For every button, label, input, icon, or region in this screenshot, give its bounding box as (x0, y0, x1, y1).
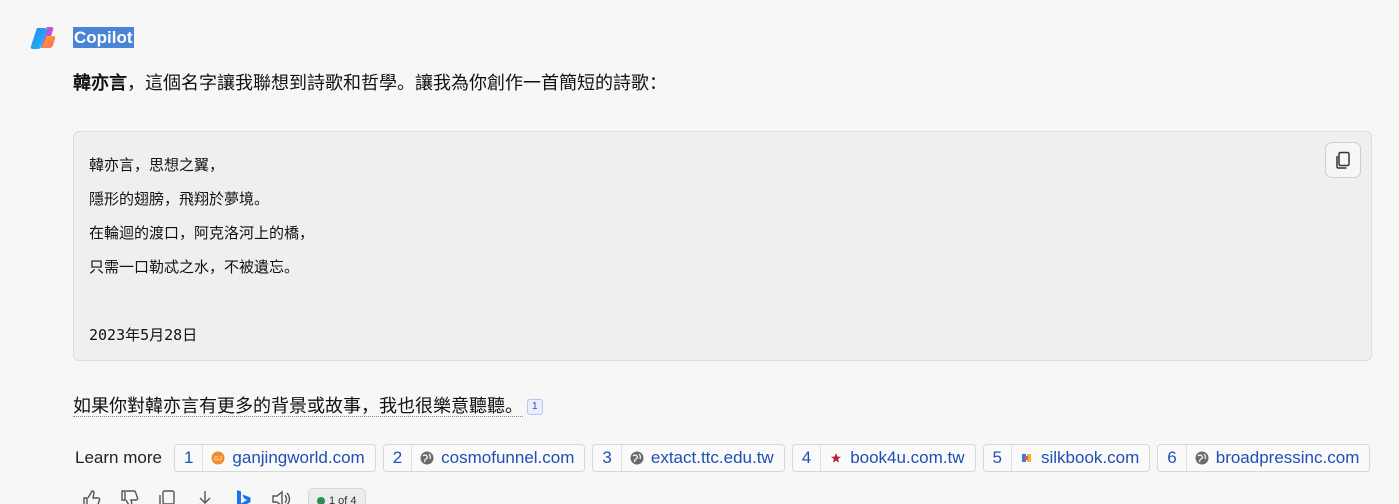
status-dot (317, 497, 325, 504)
source-number: 1 (175, 445, 204, 471)
source-domain: silkbook.com (1041, 448, 1140, 467)
code-line: 2023年5月28日 (89, 326, 198, 344)
code-line: 韓亦言，思想之翼， (89, 156, 225, 174)
source-number: 6 (1158, 445, 1187, 471)
response-pager[interactable]: 1 of 4 (308, 488, 366, 504)
intro-text: ，這個名字讓我聯想到詩歌和哲學。讓我為你創作一首簡短的詩歌： (127, 73, 667, 93)
copy-icon (1336, 151, 1350, 169)
pager-text: 1 of 4 (329, 495, 357, 504)
thumbs-down-icon[interactable] (118, 488, 140, 504)
source-number: 3 (593, 445, 622, 471)
star-favicon-icon (831, 453, 842, 463)
source-link-4[interactable]: 4 book4u.com.tw (791, 444, 976, 472)
source-link-6[interactable]: 6 broadpressinc.com (1157, 444, 1371, 472)
code-line: 在輪迴的渡口，阿克洛河上的橋， (89, 224, 315, 242)
code-block: 韓亦言，思想之翼， 隱形的翅膀，飛翔於夢境。在輪迴的渡口，阿克洛河上的橋， 只需一口… (73, 131, 1372, 361)
followup-paragraph: 如果你對韓亦言有更多的背景或故事，我也很樂意聽聽。 1 (73, 393, 543, 419)
source-domain: book4u.com.tw (850, 448, 965, 467)
sender-name: Copilot (73, 27, 134, 48)
copy-icon[interactable] (156, 488, 178, 504)
globe-icon (630, 451, 644, 465)
thumbs-up-icon[interactable] (80, 488, 102, 504)
ganjing-favicon-icon: GJ (211, 451, 225, 465)
source-link-5[interactable]: 5 silkbook.com (982, 444, 1151, 472)
source-number: 2 (384, 445, 413, 471)
source-domain: cosmofunnel.com (441, 448, 575, 467)
copy-code-button[interactable] (1325, 142, 1361, 178)
speaker-icon[interactable] (270, 488, 292, 504)
source-number: 5 (984, 445, 1012, 471)
bing-icon[interactable] (232, 488, 254, 504)
citation-marker[interactable]: 1 (527, 399, 543, 415)
code-line: 隱形的翅膀，飛翔於夢境。 (89, 190, 270, 208)
intro-name: 韓亦言 (73, 73, 127, 93)
intro-paragraph: 韓亦言，這個名字讓我聯想到詩歌和哲學。讓我為你創作一首簡短的詩歌： (73, 70, 667, 96)
source-link-3[interactable]: 3 extact.ttc.edu.tw (592, 444, 785, 472)
source-domain: ganjingworld.com (232, 448, 365, 467)
svg-text:GJ: GJ (215, 457, 223, 463)
source-link-1[interactable]: 1 GJ ganjingworld.com (173, 444, 376, 472)
message-header (28, 24, 60, 52)
silkbook-favicon-icon (1022, 454, 1031, 462)
download-icon[interactable] (194, 488, 216, 504)
message-actions: 1 of 4 (80, 488, 366, 504)
globe-icon (1195, 451, 1209, 465)
copilot-logo-icon (30, 27, 56, 49)
source-number: 4 (793, 445, 822, 471)
source-domain: extact.ttc.edu.tw (650, 448, 774, 467)
code-line: 只需一口勒忒之水，不被遺忘。 (89, 258, 300, 276)
code-line: ​ (89, 284, 314, 318)
code-content[interactable]: 韓亦言，思想之翼， 隱形的翅膀，飛翔於夢境。在輪迴的渡口，阿克洛河上的橋， 只需一口… (89, 148, 314, 352)
source-link-2[interactable]: 2 cosmofunnel.com (382, 444, 586, 472)
globe-icon (420, 451, 434, 465)
chat-message: Copilot 韓亦言，這個名字讓我聯想到詩歌和哲學。讓我為你創作一首簡短的詩歌… (0, 0, 1399, 504)
followup-text[interactable]: 如果你對韓亦言有更多的背景或故事，我也很樂意聽聽。 (73, 396, 523, 417)
source-domain: broadpressinc.com (1215, 448, 1360, 467)
learn-more-label: Learn more (75, 448, 162, 467)
learn-more-bar: Learn more 1 GJ ganjingworld.com 2 cosmo… (75, 444, 1371, 472)
